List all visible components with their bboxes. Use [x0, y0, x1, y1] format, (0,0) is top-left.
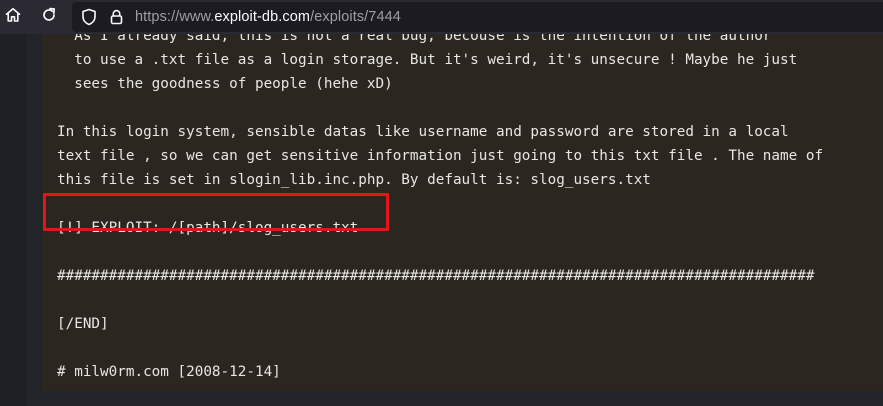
lock-icon[interactable] [109, 9, 123, 25]
left-sidebar-strip [0, 34, 27, 406]
code-line: to use a .txt file as a login storage. B… [57, 52, 798, 68]
url-host: exploit-db.com [214, 9, 311, 25]
url-text[interactable]: https://www.exploit-db.com/exploits/7444 [135, 9, 401, 25]
browser-toolbar: https://www.exploit-db.com/exploits/7444 [0, 0, 883, 34]
shield-icon[interactable] [80, 8, 98, 26]
code-line-end: [/END] [57, 316, 109, 332]
address-bar[interactable]: https://www.exploit-db.com/exploits/7444 [72, 2, 883, 32]
code-line: sees the goodness of people (hehe xD) [57, 76, 393, 92]
code-line: this file is set in slogin_lib.inc.php. … [57, 172, 651, 188]
home-button[interactable] [1, 5, 25, 29]
code-line: text file , so we can get sensitive info… [57, 148, 824, 164]
url-path: /exploits/7444 [310, 9, 401, 25]
code-line: In this login system, sensible datas lik… [57, 124, 789, 140]
reload-icon [40, 6, 58, 29]
code-line: As I already said, this is not a real bu… [57, 34, 772, 44]
reload-button[interactable] [37, 5, 61, 29]
url-prefix: https://www. [135, 9, 215, 25]
code-line-credit: # milw0rm.com [2008-12-14] [57, 364, 281, 380]
code-line-separator: ########################################… [57, 268, 815, 284]
exploit-highlight-box [43, 193, 389, 231]
home-icon [4, 6, 22, 29]
